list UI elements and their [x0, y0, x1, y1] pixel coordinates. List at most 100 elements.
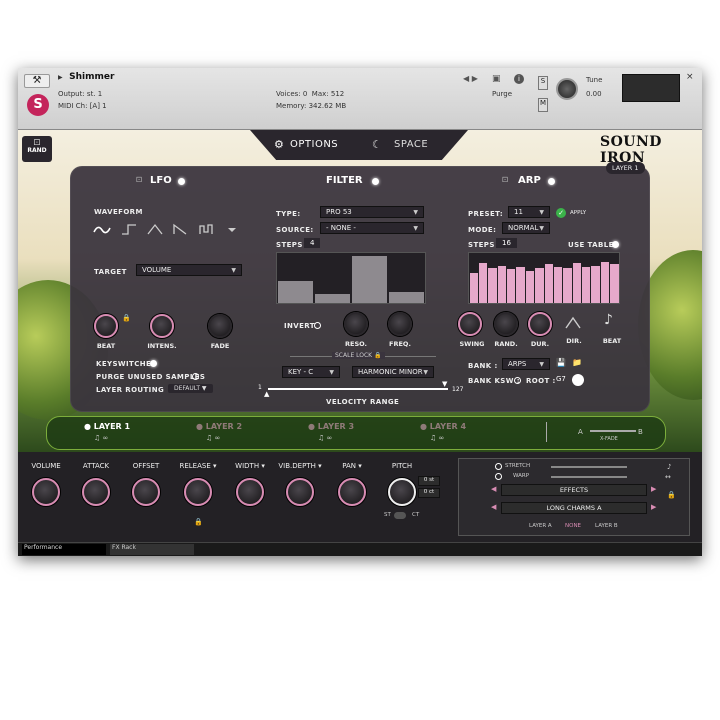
speaker-link-icon[interactable]: ♫ ∞ [430, 434, 444, 442]
beat-knob[interactable] [94, 314, 118, 338]
intens-knob[interactable] [150, 314, 174, 338]
pitch-ct-value[interactable]: 0 ct [418, 488, 440, 498]
camera-icon[interactable]: ▣ [492, 74, 501, 84]
effects-button[interactable]: EFFECTS [501, 484, 647, 496]
arp-rand-knob[interactable] [494, 312, 518, 336]
reso-knob[interactable] [344, 312, 368, 336]
xfade-slider[interactable] [590, 430, 636, 432]
filter-step-bar[interactable] [352, 255, 387, 303]
arp-step-bar[interactable] [572, 263, 581, 303]
arp-preset-select[interactable]: 11 ▼ [508, 206, 550, 218]
pan-knob[interactable] [338, 478, 366, 506]
arp-step-bar[interactable] [610, 264, 619, 303]
source-select[interactable]: - NONE - ▼ [320, 222, 424, 234]
velocity-max-handle[interactable]: ▼ [442, 380, 447, 388]
freq-knob[interactable] [388, 312, 412, 336]
arp-step-bar[interactable] [497, 265, 506, 303]
layer-routing-select[interactable]: DEFAULT ▼ [168, 384, 213, 393]
pitch-st-value[interactable]: 0 st [418, 476, 440, 486]
key-select[interactable]: KEY - C ▼ [282, 366, 340, 378]
save-icon[interactable]: 💾 [556, 358, 566, 367]
check-icon[interactable]: ✓ [556, 208, 566, 218]
arp-step-bar[interactable] [582, 267, 591, 303]
speaker-link-icon[interactable]: ♫ ∞ [318, 434, 332, 442]
release-knob[interactable] [184, 478, 212, 506]
bank-select[interactable]: ARPS ▼ [502, 358, 550, 370]
purge-unused-toggle[interactable] [192, 373, 199, 380]
prev-next-icon[interactable]: ◀ ▶ [463, 74, 478, 83]
output-value[interactable]: st. 1 [87, 90, 102, 98]
instrument-title[interactable]: Shimmer [69, 72, 114, 82]
arp-step-bar[interactable] [469, 273, 478, 303]
invert-toggle[interactable] [314, 322, 321, 329]
layer-item[interactable]: ● LAYER 2 ♫ ∞ [190, 420, 290, 448]
arp-power-toggle[interactable] [548, 178, 555, 185]
filter-step-bar[interactable] [315, 294, 350, 303]
planet-icon[interactable]: ☾ [372, 138, 382, 151]
tab-options[interactable]: OPTIONS [290, 139, 338, 150]
width-knob[interactable] [236, 478, 264, 506]
solo-button[interactable]: S [538, 76, 548, 90]
preset-next-icon[interactable]: ▶ [651, 503, 656, 511]
speaker-link-icon[interactable]: ♫ ∞ [206, 434, 220, 442]
volume-knob[interactable] [32, 478, 60, 506]
waveform-selector[interactable] [92, 222, 242, 238]
st-ct-toggle[interactable] [394, 512, 406, 519]
filter-steps-value[interactable]: 4 [304, 238, 321, 248]
arp-step-bar[interactable] [563, 268, 572, 303]
pitch-knob[interactable] [388, 478, 416, 506]
tab-fx-rack[interactable]: FX Rack [110, 544, 194, 555]
use-table-toggle[interactable] [612, 241, 619, 248]
lock-icon[interactable]: 🔒 [194, 518, 203, 526]
arp-step-bar[interactable] [535, 268, 544, 303]
velocity-range-slider[interactable] [268, 388, 448, 390]
stretch-toggle[interactable] [495, 463, 502, 470]
dur-knob[interactable] [528, 312, 552, 336]
root-knob[interactable] [572, 374, 584, 386]
tempo-sync-icon[interactable]: ♪ [667, 463, 671, 471]
effects-next-icon[interactable]: ▶ [651, 485, 656, 493]
tune-value[interactable]: 0.00 [586, 90, 602, 98]
note-icon[interactable]: ♪ [604, 312, 613, 328]
width-icon[interactable]: ↔ [665, 473, 671, 481]
info-icon[interactable]: i [514, 74, 524, 84]
fx-preset-select[interactable]: LONG CHARMS A [501, 502, 647, 514]
effects-prev-icon[interactable]: ◀ [491, 485, 496, 493]
filter-power-toggle[interactable] [372, 178, 379, 185]
layer-item[interactable]: ● LAYER 1 ♫ ∞ [78, 420, 178, 448]
layer-item[interactable]: ● LAYER 3 ♫ ∞ [302, 420, 402, 448]
filter-type-select[interactable]: PRO 53 ▼ [320, 206, 424, 218]
layer-item[interactable]: ● LAYER 4 ♫ ∞ [414, 420, 514, 448]
stretch-slider[interactable] [551, 466, 627, 468]
target-select[interactable]: VOLUME ▼ [136, 264, 242, 276]
folder-icon[interactable]: 📁 [572, 358, 582, 367]
midi-value[interactable]: [A] 1 [90, 102, 107, 110]
direction-icon[interactable] [564, 316, 582, 330]
fade-knob[interactable] [208, 314, 232, 338]
arp-step-bar[interactable] [600, 262, 610, 303]
swing-knob[interactable] [458, 312, 482, 336]
arp-mode-select[interactable]: NORMAL ▼ [502, 222, 550, 234]
tab-performance[interactable]: Performance [22, 544, 106, 555]
fx-layer-a[interactable]: LAYER A [529, 523, 552, 529]
arp-step-bar[interactable] [525, 270, 535, 303]
arp-step-bar[interactable] [488, 268, 497, 303]
arp-step-bar[interactable] [591, 265, 600, 303]
fx-layer-none[interactable]: NONE [565, 523, 581, 529]
gear-icon[interactable]: ⚙ [274, 138, 284, 151]
attack-knob[interactable] [82, 478, 110, 506]
tab-space[interactable]: SPACE [394, 139, 428, 150]
preset-prev-icon[interactable]: ◀ [491, 503, 496, 511]
wrench-icon[interactable]: ⚒ [24, 74, 50, 88]
dice-icon[interactable]: ⚀ [502, 176, 508, 184]
filter-step-table[interactable] [276, 252, 426, 304]
arp-steps-value[interactable]: 16 [496, 238, 517, 248]
lock-icon[interactable]: 🔒 [122, 314, 131, 322]
close-icon[interactable]: × [686, 72, 694, 82]
speaker-link-icon[interactable]: ♫ ∞ [94, 434, 108, 442]
rand-button[interactable]: ⚀ RAND [22, 136, 52, 162]
keyswitches-toggle[interactable] [150, 360, 157, 367]
filter-step-bar[interactable] [389, 292, 424, 303]
mute-button[interactable]: M [538, 98, 548, 112]
offset-knob[interactable] [132, 478, 160, 506]
